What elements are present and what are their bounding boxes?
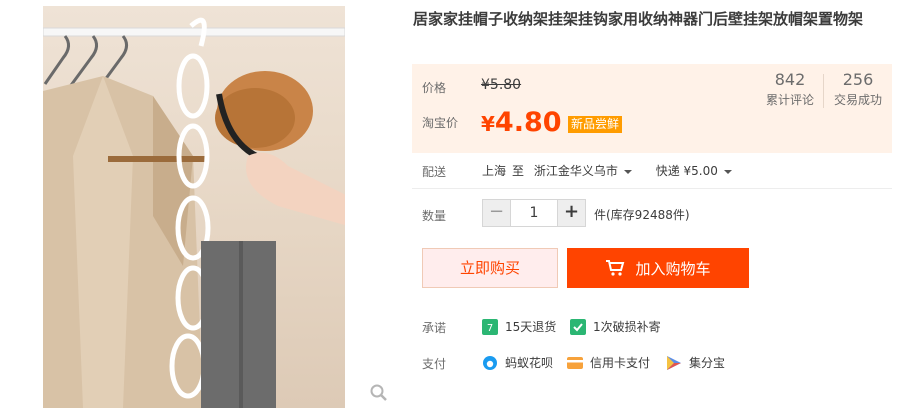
- payment-item-huabei[interactable]: 蚂蚁花呗: [482, 354, 553, 371]
- svg-text:7: 7: [487, 323, 493, 334]
- shield-check-icon: [570, 318, 586, 335]
- promo-price-value: 4.80: [494, 107, 562, 138]
- promise-item-damage[interactable]: 1次破损补寄: [570, 318, 661, 335]
- promise-damage-text: 1次破损补寄: [593, 320, 661, 334]
- magnifier-icon[interactable]: [369, 383, 389, 403]
- return-7day-icon: 7: [482, 318, 498, 335]
- payment-item-jifenbao[interactable]: 集分宝: [666, 354, 725, 371]
- product-image[interactable]: [43, 6, 345, 408]
- quantity-stepper: − 1 +: [482, 199, 586, 227]
- reviews-label: 累计评论: [765, 93, 814, 107]
- payment-item-credit-card[interactable]: 信用卡支付: [567, 354, 650, 371]
- add-to-cart-button[interactable]: 加入购物车: [567, 248, 749, 288]
- promise-item-return[interactable]: 7 15天退货: [482, 318, 556, 335]
- add-to-cart-label: 加入购物车: [635, 259, 711, 278]
- chevron-down-icon: [623, 169, 632, 174]
- delivery-to-word: 至: [512, 164, 525, 178]
- credit-card-icon: [567, 355, 583, 371]
- promise-return-text: 15天退货: [505, 320, 557, 334]
- quantity-minus-button[interactable]: −: [483, 200, 510, 226]
- promo-badge: 新品尝鲜: [568, 116, 623, 133]
- quantity-label: 数量: [422, 209, 447, 223]
- stat-divider: [823, 74, 824, 108]
- taobao-price-label: 淘宝价: [422, 116, 459, 130]
- delivery-destination: 浙江金华义乌市: [533, 164, 618, 178]
- sales-count: 256: [842, 70, 874, 89]
- delivery-method: 快递 ¥5.00: [655, 164, 718, 178]
- promise-label: 承诺: [422, 321, 447, 335]
- product-title: 居家家挂帽子收纳架挂架挂钩家用收纳神器门后壁挂架放帽架置物架: [413, 10, 864, 28]
- price-label: 价格: [422, 81, 447, 95]
- delivery-method-select[interactable]: 快递 ¥5.00: [656, 164, 746, 178]
- payment-label: 支付: [422, 357, 447, 371]
- quantity-plus-button[interactable]: +: [558, 200, 585, 226]
- chevron-down-icon: [723, 169, 732, 174]
- delivery-from: 上海: [482, 164, 507, 178]
- jifenbao-icon: [666, 355, 682, 371]
- huabei-icon: [482, 355, 498, 371]
- payment-credit-card-text: 信用卡支付: [590, 356, 651, 370]
- reviews-count: 842: [774, 70, 806, 89]
- stock-text: 件(库存92488件): [594, 208, 690, 222]
- payment-jifenbao-text: 集分宝: [689, 356, 726, 370]
- reviews-stat[interactable]: 842 累计评论: [762, 70, 818, 110]
- quantity-input[interactable]: 1: [510, 200, 558, 226]
- payment-huabei-text: 蚂蚁花呗: [505, 356, 554, 370]
- price-panel: 价格 ¥5.80 淘宝价 ¥4.80 新品尝鲜 842 累计评论 256 交易成…: [412, 64, 892, 153]
- sales-label: 交易成功: [833, 93, 882, 107]
- delivery-label: 配送: [422, 165, 447, 179]
- buy-now-button[interactable]: 立即购买: [422, 248, 558, 288]
- currency-symbol: ¥: [481, 112, 495, 136]
- promo-price: ¥4.80: [481, 107, 562, 138]
- sales-stat: 256 交易成功: [830, 70, 886, 110]
- cart-icon: [606, 260, 625, 276]
- delivery-destination-select[interactable]: 浙江金华义乌市: [534, 164, 646, 178]
- delivery-info: 上海至 浙江金华义乌市 快递 ¥5.00: [482, 162, 752, 179]
- divider: [412, 188, 892, 189]
- original-price: ¥5.80: [481, 77, 522, 93]
